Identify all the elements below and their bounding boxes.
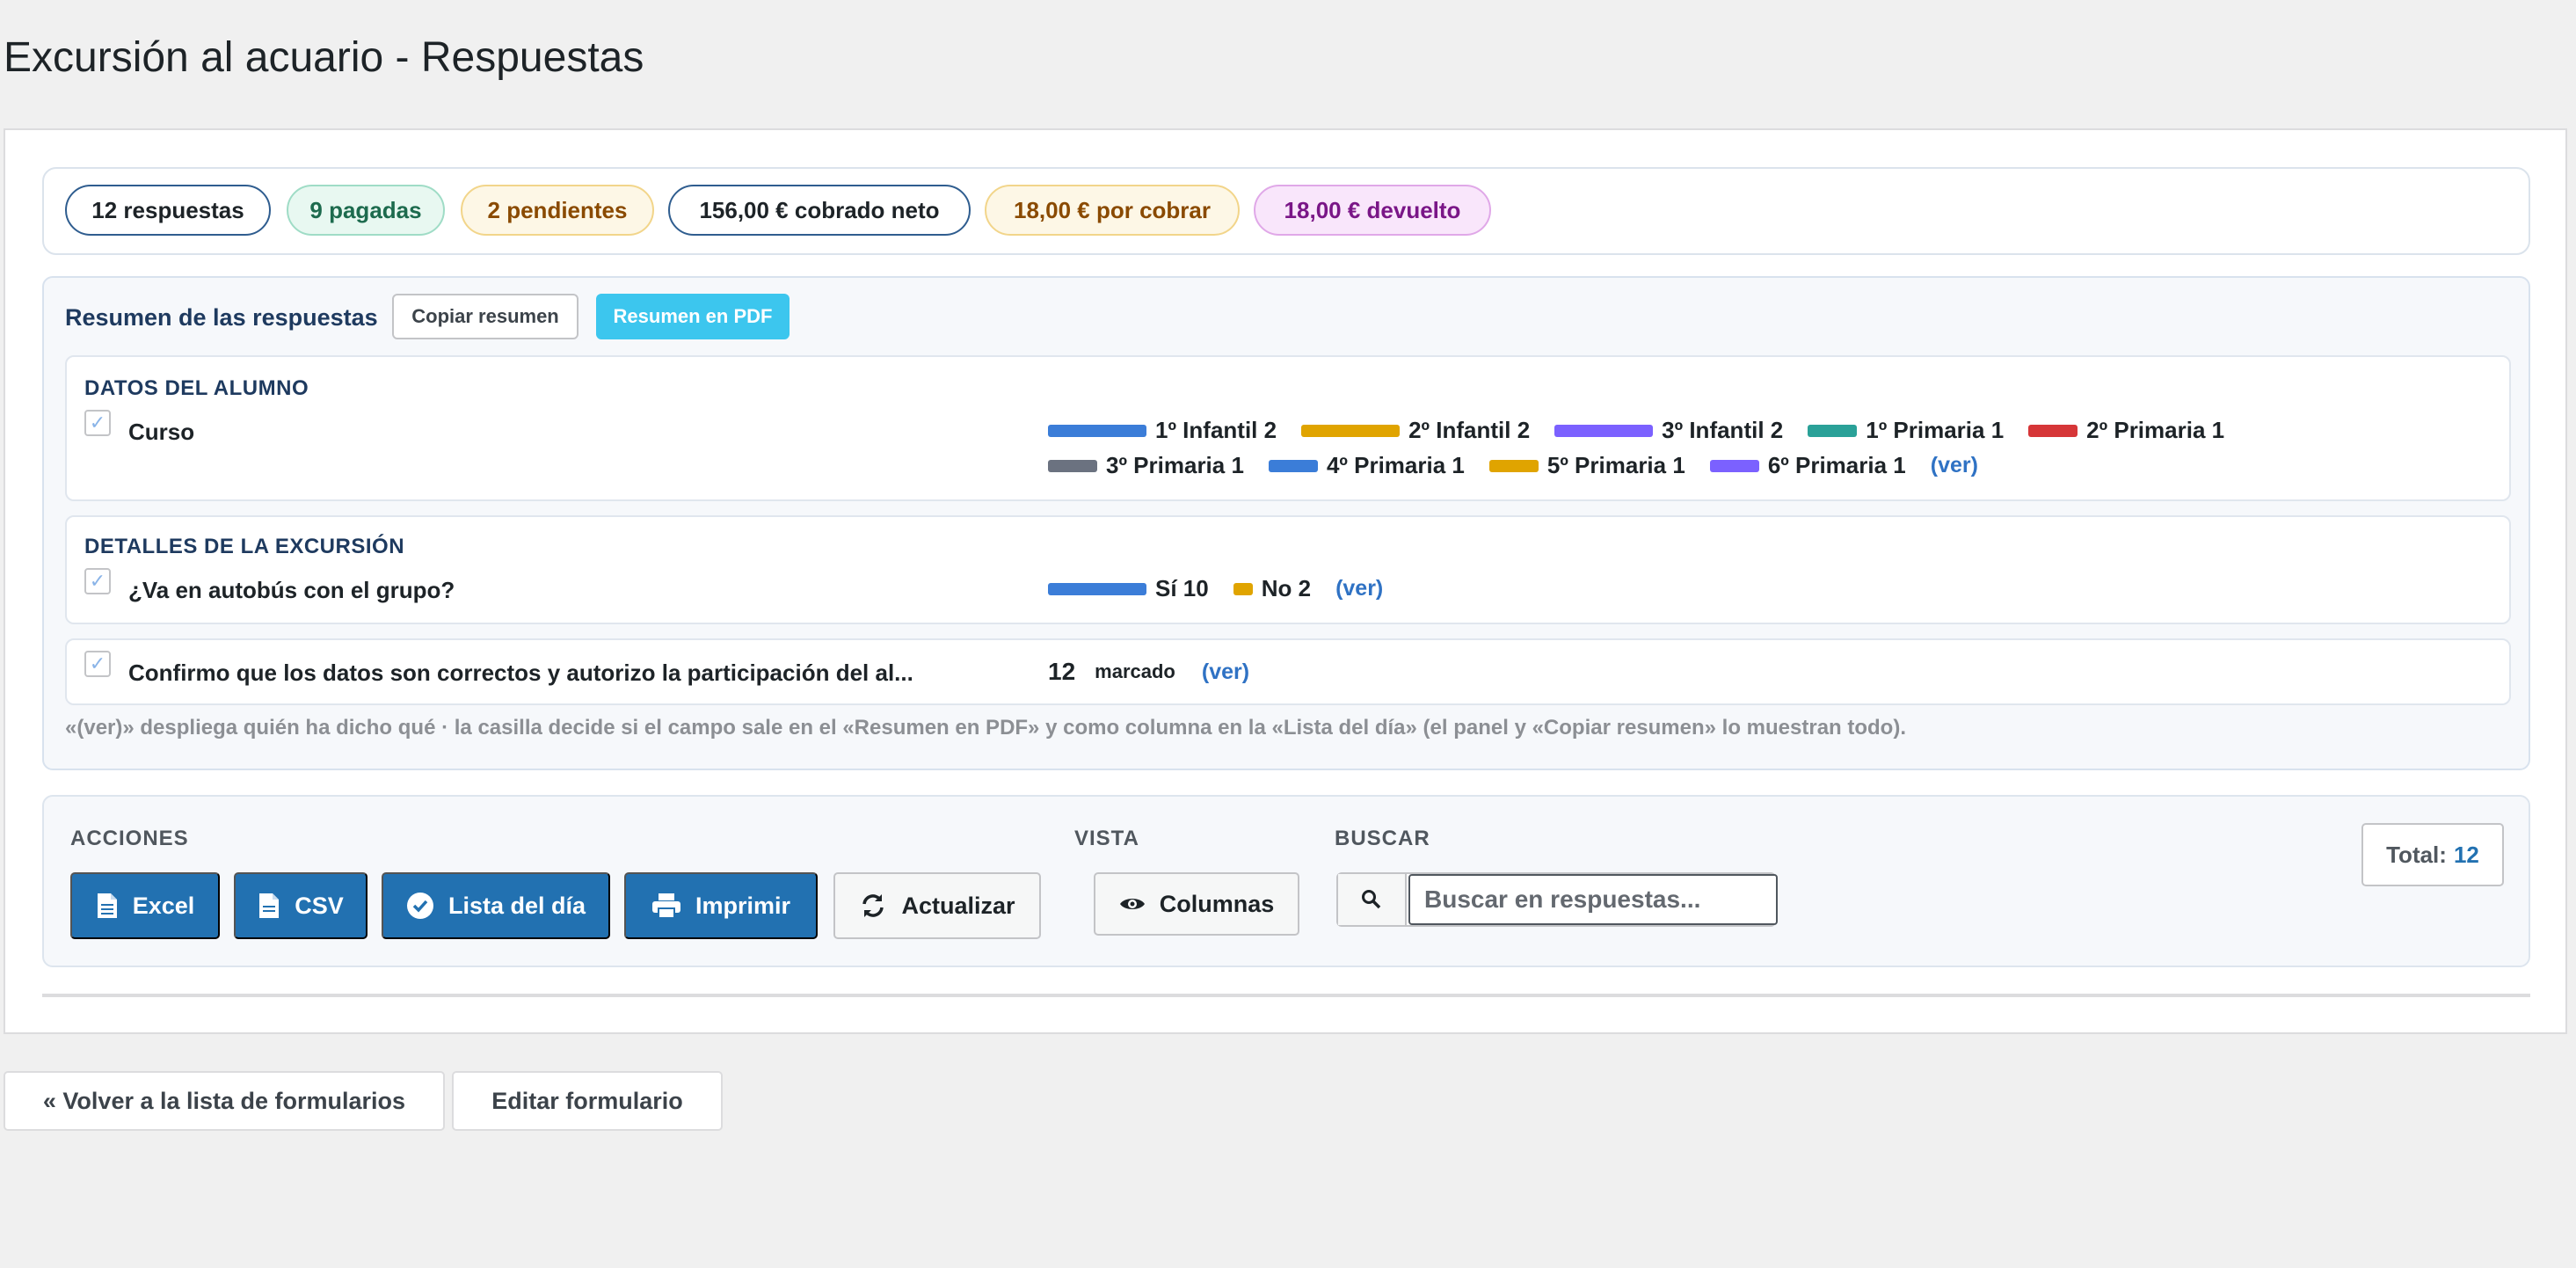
copy-summary-button[interactable]: Copiar resumen (392, 294, 579, 339)
columnas-label: Columnas (1159, 890, 1275, 917)
ver-link[interactable]: (ver) (1335, 576, 1383, 601)
legend-bar (1048, 459, 1097, 472)
stat-respuestas: 12 respuestas (65, 185, 271, 236)
actions-panel: ACCIONES VISTA BUSCAR Excel CSV Lista de… (42, 795, 2530, 967)
legend-bar (1268, 459, 1318, 472)
include-checkbox[interactable]: ✓ (84, 410, 111, 436)
check-icon: ✓ (89, 570, 106, 592)
imprimir-label: Imprimir (695, 892, 791, 919)
legend-item: 2º Primaria 1 (2028, 417, 2224, 444)
stat-por-cobrar: 18,00 € por cobrar (985, 185, 1240, 236)
eye-icon (1119, 895, 1146, 913)
curso-legend-row-2: 3º Primaria 1 4º Primaria 1 5º Primaria … (1048, 452, 1978, 479)
legend-item: 3º Infantil 2 (1554, 417, 1783, 444)
pdf-summary-button[interactable]: Resumen en PDF (596, 294, 790, 339)
include-checkbox[interactable]: ✓ (84, 568, 111, 594)
refresh-icon (859, 892, 887, 920)
total-value: 12 (2453, 841, 2479, 868)
search-group (1336, 872, 1778, 927)
edit-form-button[interactable]: Editar formulario (452, 1071, 723, 1131)
file-icon (258, 893, 280, 919)
field-label: Confirmo que los datos son correctos y a… (128, 660, 913, 686)
summary-help-note: «(ver)» despliega quién ha dicho qué · l… (65, 716, 1906, 740)
confirm-count-value: 12 (1048, 658, 1076, 685)
legend-item: 1º Primaria 1 (1808, 417, 2004, 444)
columnas-button[interactable]: Columnas (1094, 872, 1299, 936)
confirm-count: 12 marcado (ver) (1048, 658, 1249, 686)
imprimir-button[interactable]: Imprimir (624, 872, 818, 939)
total-label: Total: (2386, 841, 2447, 868)
card-detalles-excursion: DETALLES DE LA EXCURSIÓN ✓ ¿Va en autobú… (65, 515, 2511, 624)
legend-item: 5º Primaria 1 (1488, 452, 1685, 479)
search-icon (1338, 874, 1407, 925)
legend-bar (2028, 424, 2078, 437)
legend-bar (1048, 424, 1146, 437)
main-panel: 12 respuestas 9 pagadas 2 pendientes 156… (4, 128, 2567, 1034)
legend-item: Sí 10 (1048, 575, 1209, 602)
legend-item: 3º Primaria 1 (1048, 452, 1244, 479)
csv-button[interactable]: CSV (234, 872, 367, 939)
actualizar-button[interactable]: Actualizar (833, 872, 1041, 939)
legend-item: No 2 (1233, 575, 1311, 602)
legend-bar (1488, 459, 1539, 472)
summary-title: Resumen de las respuestas (65, 304, 378, 331)
legend-item: 6º Primaria 1 (1709, 452, 1906, 479)
divider (42, 994, 2530, 997)
legend-bar (1301, 424, 1401, 437)
ver-link[interactable]: (ver) (1931, 453, 1978, 478)
autobus-legend: Sí 10 No 2 (ver) (1048, 575, 1383, 602)
ver-link[interactable]: (ver) (1202, 660, 1249, 685)
total-count: Total: 12 (2361, 823, 2504, 886)
excel-label: Excel (132, 892, 195, 919)
stat-pendientes: 2 pendientes (461, 185, 654, 236)
excel-button[interactable]: Excel (70, 872, 220, 939)
page-title: Excursión al acuario - Respuestas (4, 34, 644, 81)
legend-item: 1º Infantil 2 (1048, 417, 1277, 444)
legend-bar (1808, 424, 1858, 437)
printer-icon (651, 893, 681, 919)
acciones-label: ACCIONES (70, 827, 189, 850)
legend-bar (1048, 582, 1146, 595)
spreadsheet-icon (96, 893, 119, 919)
csv-label: CSV (295, 892, 344, 919)
include-checkbox[interactable]: ✓ (84, 651, 111, 677)
section-heading: DETALLES DE LA EXCURSIÓN (84, 535, 405, 558)
back-to-forms-button[interactable]: « Volver a la lista de formularios (4, 1071, 445, 1131)
check-circle-icon (406, 892, 434, 920)
curso-legend-row-1: 1º Infantil 2 2º Infantil 2 3º Infantil … (1048, 417, 2249, 444)
card-datos-alumno: DATOS DEL ALUMNO ✓ Curso 1º Infantil 2 2… (65, 355, 2511, 501)
stat-cobrado-neto: 156,00 € cobrado neto (668, 185, 971, 236)
field-label: Curso (128, 419, 195, 445)
buscar-label: BUSCAR (1335, 827, 1430, 850)
vista-label: VISTA (1074, 827, 1139, 850)
check-icon: ✓ (89, 412, 106, 434)
actualizar-label: Actualizar (901, 892, 1015, 919)
field-label: ¿Va en autobús con el grupo? (128, 577, 455, 603)
stat-devuelto: 18,00 € devuelto (1254, 185, 1491, 236)
stats-bar: 12 respuestas 9 pagadas 2 pendientes 156… (42, 167, 2530, 255)
lista-del-dia-button[interactable]: Lista del día (382, 872, 610, 939)
stat-pagadas: 9 pagadas (287, 185, 445, 236)
confirm-count-label: marcado (1095, 660, 1175, 682)
search-input[interactable] (1408, 874, 1778, 925)
legend-bar (1233, 582, 1253, 595)
legend-item: 4º Primaria 1 (1268, 452, 1465, 479)
legend-item: 2º Infantil 2 (1301, 417, 1530, 444)
check-icon: ✓ (89, 652, 106, 674)
legend-bar (1554, 424, 1654, 437)
section-heading: DATOS DEL ALUMNO (84, 376, 309, 400)
legend-bar (1709, 459, 1759, 472)
lista-del-dia-label: Lista del día (448, 892, 586, 919)
card-confirmo: ✓ Confirmo que los datos son correctos y… (65, 638, 2511, 705)
summary-panel: Resumen de las respuestas Copiar resumen… (42, 276, 2530, 770)
